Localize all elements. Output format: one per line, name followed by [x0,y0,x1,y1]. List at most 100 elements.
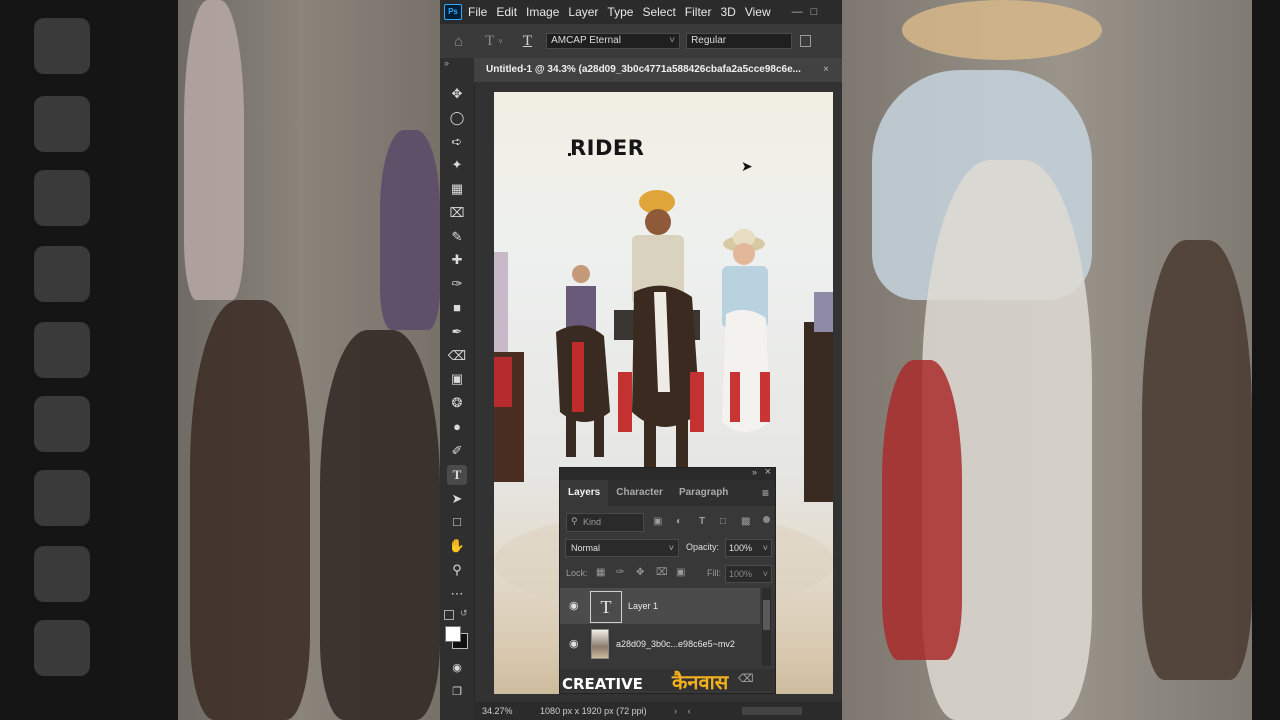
minimize-icon[interactable]: — [792,6,803,18]
chevron-down-icon[interactable]: ˅ [498,37,503,46]
frame-icon[interactable]: ⌧ [447,203,467,223]
layer-row-text[interactable]: ◉ T Layer 1 [560,588,760,624]
zoom-level[interactable]: 34.27% [482,706,513,716]
close-tab-icon[interactable]: × [823,58,829,82]
blend-mode-select[interactable]: Normal ˅ [565,539,679,557]
filter-type-icon[interactable]: T [699,516,705,527]
maximize-icon[interactable]: □ [811,6,818,18]
menu-image[interactable]: Image [526,5,559,19]
layer-name[interactable]: Layer 1 [628,588,658,624]
collapse-icon[interactable]: » [444,58,449,68]
quick-mask-icon[interactable]: ◉ [447,658,467,678]
blurred-red-saddle [882,360,962,660]
panel-toggle-icon[interactable] [800,35,812,47]
text-orientation-icon[interactable]: T [523,33,532,50]
tab-layers[interactable]: Layers [560,480,609,506]
pen-icon[interactable]: ✐ [447,441,467,461]
filter-toggle-icon[interactable] [763,516,770,523]
type-tool-preset-icon[interactable]: T [485,33,494,50]
ps-logo: Ps [444,4,462,20]
status-bar: 34.27% 1080 px x 1920 px (72 ppi) › ‹ [474,702,842,720]
eye-icon[interactable]: ◉ [569,637,579,650]
lock-transparent-icon[interactable]: ▦ [596,567,605,578]
move-icon[interactable]: ✥ [447,84,467,104]
menu-layer[interactable]: Layer [568,5,598,19]
path-select-icon[interactable]: ➤ [447,489,467,509]
healing-icon[interactable]: ✚ [447,250,467,270]
layer-row-image[interactable]: ◉ a28d09_3b0c...e98c6e5~mv2 [560,626,760,662]
lasso-icon[interactable]: ➪ [447,132,467,152]
eraser-icon[interactable]: ⌫ [447,346,467,366]
layers-scrollbar[interactable] [762,588,771,666]
menu-select[interactable]: Select [642,5,675,19]
close-panel-icon[interactable]: × [765,466,771,478]
tab-paragraph[interactable]: Paragraph [671,480,736,506]
filter-shape-icon[interactable]: □ [720,516,726,527]
ghost-history-brush-icon [34,246,90,302]
layer-filter-select[interactable]: ⚲ Kind [566,513,644,532]
stamp-icon[interactable]: ■ [447,298,467,318]
type-tool-icon[interactable]: T [447,465,467,485]
lock-image-icon[interactable]: ✑ [616,567,624,578]
menu-bar: Ps File Edit Image Layer Type Select Fil… [440,0,842,24]
magic-wand-icon[interactable]: ✦ [447,155,467,175]
foreground-color-swatch[interactable] [445,626,461,642]
hand-icon[interactable]: ✋ [447,536,467,556]
text-layer-thumbnail: T [590,591,622,623]
toolbar: » ✥ ◯ ➪ ✦ ▦ ⌧ ✎ ✚ ✑ ■ ✒ ⌫ ▣ ❂ ● ✐ T ➤ □ … [440,58,475,720]
menu-type[interactable]: Type [607,5,633,19]
font-family-value: AMCAP Eternal [551,35,621,46]
marquee-icon[interactable]: ◯ [447,108,467,128]
zoom-icon[interactable]: ⚲ [447,560,467,580]
eye-icon[interactable]: ◉ [569,599,579,612]
collapse-panel-icon[interactable]: » [752,467,757,477]
eyedropper-icon[interactable]: ✎ [447,227,467,247]
chevron-right-icon[interactable]: › [674,706,677,716]
fill-field[interactable]: 100% ˅ [725,565,772,583]
font-style-select[interactable]: Regular [686,33,793,49]
menu-edit[interactable]: Edit [496,5,517,19]
document-tab[interactable]: Untitled-1 @ 34.3% (a28d09_3b0c4771a5884… [474,58,842,82]
crop-icon[interactable]: ▦ [447,179,467,199]
ghost-pen-icon [34,620,90,676]
canvas-text-rider[interactable]: RIDER [570,136,644,160]
ghost-eraser-icon [34,322,90,378]
document-info[interactable]: 1080 px x 1920 px (72 ppi) [540,706,647,716]
default-colors-icon[interactable] [444,610,454,620]
filter-adjustment-icon[interactable]: ◐ [676,516,682,527]
opacity-value: 100% [729,543,753,553]
chevron-left-icon[interactable]: ‹ [688,706,691,716]
filter-pixel-icon[interactable]: ▣ [653,516,662,527]
blurred-background-left [0,0,440,720]
menu-file[interactable]: File [468,5,487,19]
home-icon[interactable]: ⌂ [454,33,463,50]
blend-row: Normal ˅ Opacity: 100% ˅ [560,538,775,558]
blurred-rider-shirt [380,130,440,330]
rectangle-icon[interactable]: □ [447,512,467,532]
gradient-icon[interactable]: ▣ [447,369,467,389]
swap-colors-icon[interactable]: ↺ [460,608,468,619]
horizontal-scrollbar[interactable] [742,707,802,715]
opacity-field[interactable]: 100% ˅ [725,539,772,557]
lock-artboard-icon[interactable]: ⌧ [656,567,668,578]
ghost-dodge-icon [34,546,90,602]
panel-menu-icon[interactable]: ≡ [762,486,769,500]
lock-position-icon[interactable]: ✥ [636,567,644,578]
filter-smart-object-icon[interactable]: ▩ [741,516,750,527]
menu-3d[interactable]: 3D [720,5,735,19]
tab-character[interactable]: Character [608,480,671,506]
brush-icon[interactable]: ✑ [447,274,467,294]
more-icon[interactable]: ⋯ [447,584,467,604]
layer-name[interactable]: a28d09_3b0c...e98c6e5~mv2 [616,626,735,662]
lock-all-icon[interactable]: ▣ [676,567,685,578]
panel-tabs: Layers Character Paragraph ≡ [560,480,775,506]
panel-header: » × [560,466,775,480]
blur-icon[interactable]: ❂ [447,393,467,413]
scrollbar-thumb[interactable] [763,600,770,630]
menu-filter[interactable]: Filter [685,5,712,19]
dodge-icon[interactable]: ● [447,417,467,437]
history-brush-icon[interactable]: ✒ [447,322,467,342]
screen-mode-icon[interactable]: ❐ [447,682,467,702]
font-family-select[interactable]: AMCAP Eternal ˅ [546,33,681,49]
menu-view[interactable]: View [745,5,771,19]
